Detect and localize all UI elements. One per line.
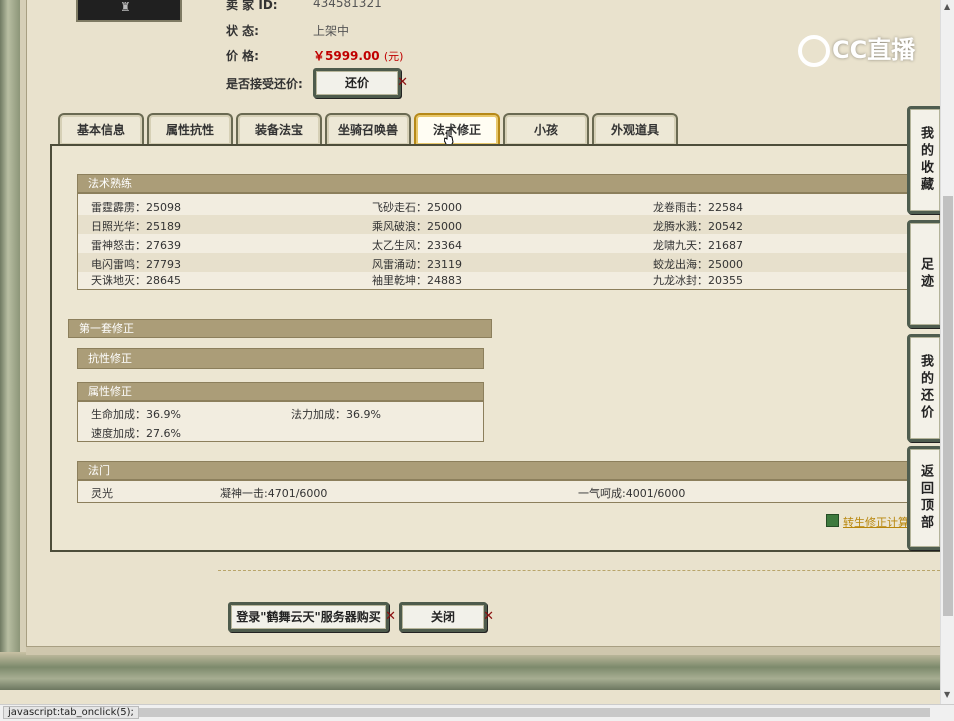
scrollbar-thumb[interactable] xyxy=(943,196,953,616)
seller-id-label: 卖 家 ID: xyxy=(226,0,278,12)
table-row: 天诛地灭：28645 袖里乾坤：24883 九龙冰封：20355 xyxy=(78,269,939,288)
cc-logo-ring-icon xyxy=(798,35,830,67)
table-row: 日照光华：25189 乘风破浪：25000 龙腾水溅：20542 xyxy=(78,215,939,234)
table-row: 灵光 凝神一击:4701/6000 一气呵成:4001/6000 xyxy=(78,482,939,501)
cc-live-logo: CC直播 xyxy=(798,30,915,67)
table-row: 生命加成：36.9% 法力加成：36.9% xyxy=(78,403,483,422)
close-x-icon: ✕ xyxy=(483,609,494,624)
price-amount: ￥5999.00 xyxy=(313,49,380,63)
spell-cell: 太乙生风：23364 xyxy=(372,239,462,252)
tab-basic-info[interactable]: 基本信息 xyxy=(58,113,144,145)
first-set-header: 第一套修正 xyxy=(68,319,492,338)
character-avatar: ♜ xyxy=(76,0,182,22)
spell-cell: 乘风破浪：25000 xyxy=(372,220,462,233)
tab-attributes-resist[interactable]: 属性抗性 xyxy=(147,113,233,145)
spell-cell: 日照光华：25189 xyxy=(91,220,181,233)
close-x-icon: ✕ xyxy=(385,609,396,624)
tab-appearance-items[interactable]: 外观道具 xyxy=(592,113,678,145)
attr-correction-table: 生命加成：36.9% 法力加成：36.9% 速度加成：27.6% xyxy=(77,401,484,442)
vertical-scrollbar[interactable]: ▲ ▼ xyxy=(940,0,954,706)
spell-cell: 九龙冰封：20355 xyxy=(653,274,743,287)
attr-cell: 法力加成：36.9% xyxy=(291,408,381,421)
price-label: 价 格: xyxy=(226,49,259,63)
side-nav-my-offers[interactable]: 我的还价 xyxy=(907,334,943,442)
login-buy-button-label: 登录"鹤舞云天"服务器购买 xyxy=(236,610,381,624)
spell-cell: 雷霆霹雳：25098 xyxy=(91,201,181,214)
fa-men-table: 灵光 凝神一击:4701/6000 一气呵成:4001/6000 xyxy=(77,480,940,503)
side-nav-favorites[interactable]: 我的收藏 xyxy=(907,106,943,214)
spell-cell: 龙啸九天：21687 xyxy=(653,239,743,252)
spell-cell: 飞砂走石：25000 xyxy=(372,201,462,214)
tab-mounts-summons[interactable]: 坐骑召唤兽 xyxy=(325,113,411,145)
table-row: 速度加成：27.6% xyxy=(78,422,483,441)
spell-cell: 袖里乾坤：24883 xyxy=(372,274,462,287)
price-unit: (元) xyxy=(383,50,404,63)
side-nav-back-to-top[interactable]: 返回顶部 xyxy=(907,446,943,550)
table-row: 雷神怒击：27639 太乙生风：23364 龙啸九天：21687 xyxy=(78,234,939,253)
close-button[interactable]: 关闭 ✕ xyxy=(399,602,494,632)
spell-mastery-header: 法术熟练 xyxy=(77,174,940,193)
browser-status-bar: javascript:tab_onclick(5); xyxy=(0,704,954,721)
attr-cell: 生命加成：36.9% xyxy=(91,408,181,421)
frame-border-left xyxy=(0,0,20,690)
calculator-icon xyxy=(826,514,839,527)
attr-correction-header: 属性修正 xyxy=(77,382,484,401)
tab-spell-correction[interactable]: 法术修正 xyxy=(414,113,500,145)
spell-cell: 龙卷雨击：22584 xyxy=(653,201,743,214)
scroll-down-arrow-icon[interactable]: ▼ xyxy=(944,690,950,699)
status-url-text: javascript:tab_onclick(5); xyxy=(3,706,139,719)
fa-men-cell: 灵光 xyxy=(91,487,113,500)
frame-border-bottom xyxy=(0,652,940,690)
login-buy-button[interactable]: 登录"鹤舞云天"服务器购买 ✕ xyxy=(228,602,396,632)
fa-men-header: 法门 xyxy=(77,461,940,480)
tab-equipment[interactable]: 装备法宝 xyxy=(236,113,322,145)
scroll-up-arrow-icon[interactable]: ▲ xyxy=(944,2,950,11)
close-x-icon: ✕ xyxy=(397,75,408,90)
frame-inner-left xyxy=(20,0,27,660)
fa-men-cell: 凝神一击:4701/6000 xyxy=(220,487,328,500)
horizontal-scrollbar[interactable] xyxy=(130,708,930,717)
seller-id-value: 434581321 xyxy=(313,0,382,10)
dashed-divider xyxy=(218,570,940,571)
table-row: 雷霆霹雳：25098 飞砂走石：25000 龙卷雨击：22584 xyxy=(78,196,939,215)
spell-cell: 雷神怒击：27639 xyxy=(91,239,181,252)
spell-cell: 天诛地灭：28645 xyxy=(91,274,181,287)
side-nav-footprints[interactable]: 足迹 xyxy=(907,220,943,328)
attr-cell: 速度加成：27.6% xyxy=(91,427,181,440)
price-value: ￥5999.00 (元) xyxy=(313,47,403,64)
spell-cell: 龙腾水溅：20542 xyxy=(653,220,743,233)
close-button-label: 关闭 xyxy=(430,610,455,624)
spell-mastery-table: 雷霆霹雳：25098 飞砂走石：25000 龙卷雨击：22584 日照光华：25… xyxy=(77,193,940,290)
avatar-figure-icon: ♜ xyxy=(120,0,131,14)
tab-child[interactable]: 小孩 xyxy=(503,113,589,145)
rebirth-calc-link[interactable]: 转生修正计算 xyxy=(843,514,907,530)
resist-correction-header: 抗性修正 xyxy=(77,348,484,369)
frame-inner-bottom xyxy=(26,646,940,655)
counter-offer-button[interactable]: 还价 ✕ xyxy=(313,68,408,98)
counter-offer-label: 是否接受还价: xyxy=(226,77,303,91)
status-value: 上架中 xyxy=(313,24,350,38)
logo-text: CC直播 xyxy=(832,36,916,64)
counter-offer-button-label: 还价 xyxy=(344,76,369,90)
fa-men-cell: 一气呵成:4001/6000 xyxy=(578,487,686,500)
status-label: 状 态: xyxy=(226,24,259,38)
